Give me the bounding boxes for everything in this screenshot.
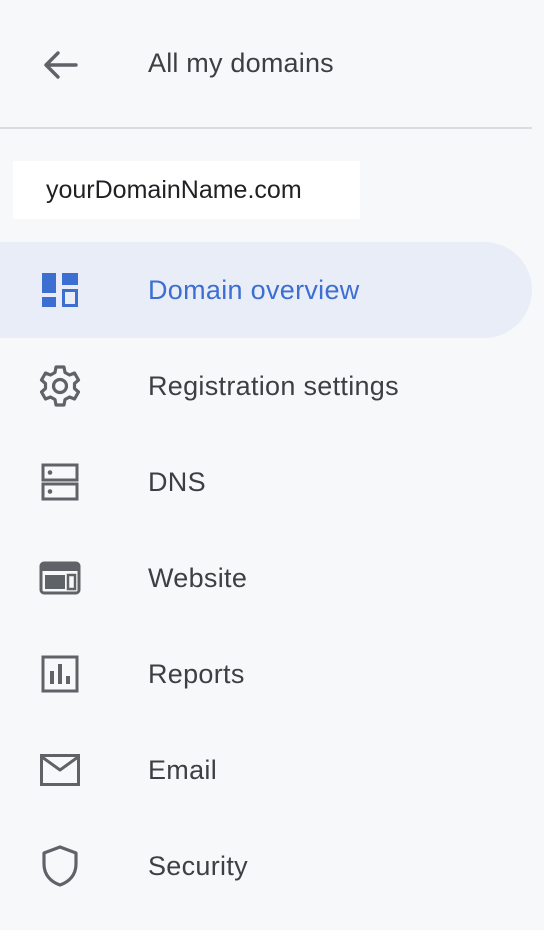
nav-item-label: Security [148, 850, 248, 881]
reports-icon [36, 652, 84, 696]
nav-item-label: Website [148, 562, 248, 593]
nav-item-label: Registration settings [148, 370, 399, 401]
email-icon [36, 748, 84, 792]
website-icon [36, 556, 84, 600]
dns-icon [36, 460, 84, 504]
nav-item-security[interactable]: Security [0, 818, 532, 914]
all-domains-link[interactable]: All my domains [148, 48, 334, 79]
gear-icon [36, 364, 84, 408]
nav-item-domain-overview[interactable]: Domain overview [0, 242, 532, 338]
nav-item-reports[interactable]: Reports [0, 626, 532, 722]
nav-item-email[interactable]: Email [0, 722, 532, 818]
nav-list: Domain overview Registration settings DN… [0, 242, 532, 914]
nav-item-label: DNS [148, 466, 206, 497]
dashboard-icon [36, 268, 84, 312]
nav-item-label: Domain overview [148, 274, 360, 305]
nav-item-label: Email [148, 754, 218, 785]
nav-item-registration-settings[interactable]: Registration settings [0, 338, 532, 434]
back-row: All my domains [0, 0, 532, 129]
sidebar: All my domains yourDomainName.com Domain… [0, 0, 544, 930]
arrow-back-icon [44, 51, 78, 79]
nav-item-label: Reports [148, 658, 245, 689]
nav-item-dns[interactable]: DNS [0, 434, 532, 530]
nav-item-website[interactable]: Website [0, 530, 532, 626]
shield-icon [36, 844, 84, 888]
back-button[interactable] [30, 40, 90, 90]
domain-name-chip: yourDomainName.com [13, 161, 360, 219]
